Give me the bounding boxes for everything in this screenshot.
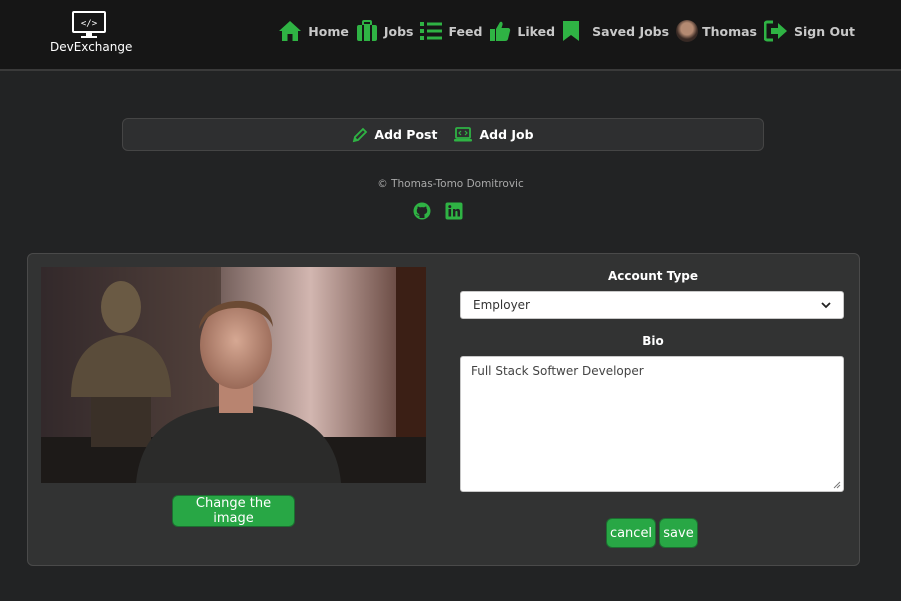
cancel-button[interactable]: cancel: [606, 518, 656, 548]
account-type-label: Account Type: [607, 269, 699, 283]
bio-textarea[interactable]: Full Stack Softwer Developer: [460, 356, 844, 492]
profile-photo: [41, 267, 426, 483]
nav-saved-jobs[interactable]: Saved Jobs: [562, 20, 669, 42]
monitor-code-icon: </>: [72, 11, 106, 38]
copyright: © Thomas-Tomo Domitrovic: [377, 178, 524, 190]
account-type-select[interactable]: Employer: [460, 291, 844, 319]
brand-name: DevExchange: [50, 40, 133, 54]
sign-out-icon: [764, 20, 787, 42]
nav-home[interactable]: Home: [278, 20, 349, 42]
nav-sign-out[interactable]: Sign Out: [764, 20, 855, 42]
thumbs-up-icon: [490, 21, 511, 41]
main-nav: Home Jobs Feed Liked Saved Jobs Thomas S…: [278, 20, 855, 42]
profile-card: Change the image Account Type Employer B…: [27, 253, 860, 566]
add-job-link[interactable]: Add Job: [453, 126, 534, 143]
add-post-link[interactable]: Add Post: [352, 127, 437, 143]
nav-feed[interactable]: Feed: [420, 21, 482, 41]
pencil-icon: [353, 127, 368, 142]
save-button[interactable]: save: [659, 518, 698, 548]
nav-saved-jobs-label: Saved Jobs: [592, 23, 670, 39]
add-post-label: Add Post: [374, 127, 438, 142]
github-icon[interactable]: [413, 202, 431, 224]
nav-liked[interactable]: Liked: [489, 20, 555, 42]
resize-handle-icon[interactable]: [833, 481, 841, 489]
nav-jobs[interactable]: Jobs: [356, 20, 414, 42]
brand[interactable]: </> DevExchange: [50, 11, 133, 54]
bookmark-icon: [563, 21, 580, 41]
nav-liked-label: Liked: [517, 23, 556, 39]
svg-text:</>: </>: [81, 19, 98, 29]
account-type-value: Employer: [473, 298, 530, 312]
nav-profile[interactable]: Thomas: [676, 20, 757, 42]
nav-sign-out-label: Sign Out: [794, 23, 855, 39]
change-image-button[interactable]: Change the image: [172, 495, 295, 527]
linkedin-icon[interactable]: [445, 202, 463, 224]
bio-label: Bio: [642, 334, 664, 348]
nav-home-label: Home: [308, 23, 349, 39]
nav-feed-label: Feed: [448, 23, 483, 39]
action-bar: Add Post Add Job: [122, 118, 764, 151]
nav-profile-label: Thomas: [702, 23, 757, 39]
nav-jobs-label: Jobs: [383, 23, 414, 39]
bio-value: Full Stack Softwer Developer: [471, 364, 644, 378]
add-job-label: Add Job: [479, 127, 534, 142]
home-icon: [279, 21, 302, 41]
list-icon: [420, 22, 443, 40]
avatar: [676, 20, 699, 42]
briefcase-icon: [356, 20, 377, 41]
chevron-down-icon: [821, 302, 831, 309]
laptop-code-icon: [454, 126, 473, 141]
navbar: </> DevExchange Home Jobs Feed Liked Sav…: [0, 0, 901, 71]
social-links: [413, 202, 477, 224]
